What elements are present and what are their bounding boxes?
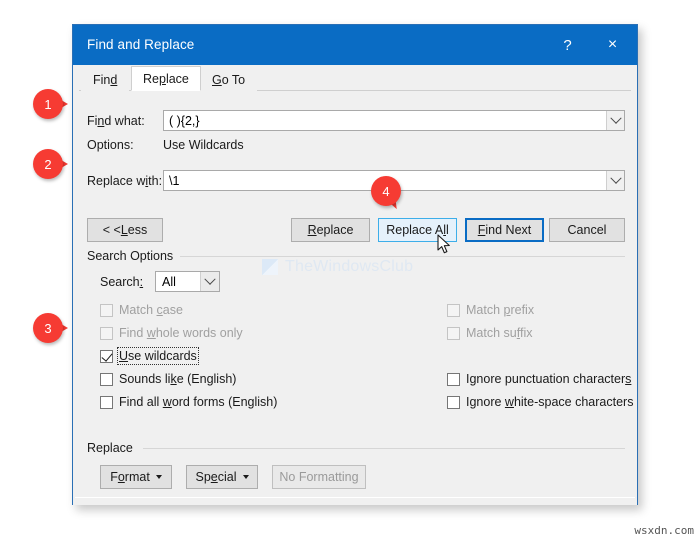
format-button-label: Format — [110, 470, 150, 484]
tab-find[interactable]: Fin d — [81, 69, 130, 91]
find-next-button[interactable]: Find Next — [465, 218, 544, 242]
callout-3: 3 — [33, 313, 68, 347]
checkbox-label: Find all word forms (English) — [119, 395, 278, 409]
caret-down-icon — [242, 475, 249, 479]
callout-2: 2 — [33, 149, 68, 183]
dialog-title-bar[interactable]: Find and Replace ? × — [73, 25, 637, 65]
callout-number: 3 — [33, 313, 63, 343]
checkbox-box[interactable] — [447, 395, 460, 409]
special-button-label: Special — [195, 470, 237, 484]
search-options-divider — [180, 256, 625, 257]
checkbox-box[interactable] — [100, 395, 113, 409]
tab-strip: Fin d Re p lace Go To — [73, 65, 637, 91]
checkbox-match-suffix[interactable]: Match suffix — [447, 326, 532, 340]
checkbox-label: Use wildcards — [117, 347, 199, 365]
checkbox-use-wildcards[interactable]: Use wildcards — [100, 347, 199, 365]
find-what-value[interactable]: ( ){2,} — [164, 114, 606, 128]
checkbox-box[interactable] — [447, 372, 460, 386]
chevron-down-icon — [204, 273, 216, 285]
checkbox-match-case[interactable]: Match case — [100, 303, 183, 317]
checkbox-label: Find whole words only — [119, 326, 243, 340]
cancel-button[interactable]: Cancel — [549, 218, 625, 242]
help-icon[interactable]: ? — [545, 25, 590, 65]
search-options-group-label: Search Options — [87, 249, 180, 263]
search-scope-dropdown-arrow[interactable] — [200, 272, 219, 291]
options-label: Options: — [87, 138, 134, 152]
checkbox-sounds-like[interactable]: Sounds like (English) — [100, 372, 236, 386]
checkbox-box[interactable] — [447, 326, 460, 340]
checkbox-box[interactable] — [447, 303, 460, 317]
close-icon[interactable]: × — [590, 25, 635, 65]
callout-number: 4 — [371, 176, 401, 206]
dialog-bottom-edge — [75, 497, 635, 498]
checkbox-label: Sounds like (English) — [119, 372, 237, 386]
find-what-dropdown-arrow[interactable] — [606, 111, 624, 130]
checkbox-find-whole-words-only[interactable]: Find whole words only — [100, 326, 243, 340]
replace-button[interactable]: Replace — [291, 218, 370, 242]
checkbox-label: Ignore white-space characters — [466, 395, 634, 409]
callout-number: 1 — [33, 89, 63, 119]
find-what-label: Find what: — [87, 114, 145, 128]
search-scope-value: All — [162, 274, 176, 289]
checkbox-label: Match suffix — [466, 326, 533, 340]
find-what-input[interactable]: ( ){2,} — [163, 110, 625, 131]
dialog-title: Find and Replace — [87, 37, 195, 52]
checkbox-label: Match case — [119, 303, 183, 317]
chevron-down-icon — [609, 172, 622, 184]
tab-replace[interactable]: Re p lace — [131, 66, 201, 91]
special-button[interactable]: Special — [186, 465, 258, 489]
checkbox-match-prefix[interactable]: Match prefix — [447, 303, 534, 317]
replace-with-dropdown-arrow[interactable] — [606, 171, 624, 190]
search-scope-select[interactable]: All — [155, 271, 220, 292]
no-formatting-button: No Formatting — [272, 465, 366, 489]
checkbox-box[interactable] — [100, 349, 113, 363]
mouse-cursor-icon — [437, 234, 450, 254]
less-button[interactable]: < < Less — [87, 218, 163, 242]
checkbox-box[interactable] — [100, 303, 113, 317]
checkbox-box[interactable] — [100, 372, 113, 386]
checkbox-label: Ignore punctuation characters — [466, 372, 632, 386]
checkbox-find-all-word-forms[interactable]: Find all word forms (English) — [100, 395, 277, 409]
checkbox-label: Match prefix — [466, 303, 535, 317]
caret-down-icon — [155, 475, 162, 479]
callout-4: 4 — [371, 176, 405, 212]
callout-number: 2 — [33, 149, 63, 179]
find-and-replace-dialog: Find and Replace ? × Fin d Re p lace Go To … — [72, 24, 638, 505]
format-button[interactable]: Format — [100, 465, 172, 489]
tab-go-to[interactable]: Go To — [200, 69, 258, 91]
replace-group-label: Replace — [87, 441, 139, 455]
replace-with-label: Replace with: — [87, 174, 163, 188]
callout-1: 1 — [33, 89, 68, 123]
checkbox-ignore-punctuation[interactable]: Ignore punctuation characters — [447, 372, 631, 386]
search-scope-label: Search: — [100, 275, 144, 289]
checkbox-box[interactable] — [100, 326, 113, 340]
dialog-body: Fin d Re p lace Go To Find what: ( ){2,} Op… — [73, 65, 637, 505]
footer-source-text: wsxdn.com — [634, 524, 694, 537]
replace-group-divider — [143, 448, 625, 449]
checkbox-ignore-whitespace[interactable]: Ignore white-space characters — [447, 395, 633, 409]
check-icon — [101, 349, 113, 362]
chevron-down-icon — [609, 112, 622, 124]
options-value: Use Wildcards — [163, 138, 244, 152]
